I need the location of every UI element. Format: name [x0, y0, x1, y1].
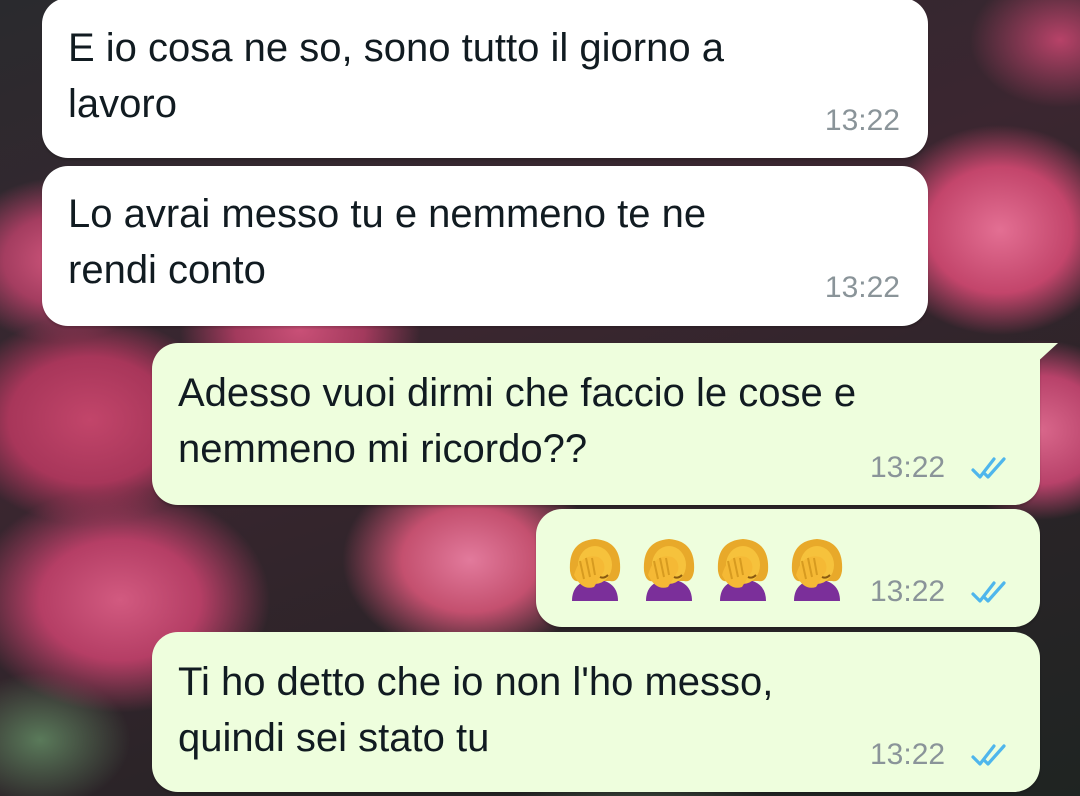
message-timestamp: 13:22	[870, 575, 946, 608]
double-check-read-icon	[971, 457, 1006, 479]
message-bubble-incoming[interactable]: Lo avrai messo tu e nemmeno te ne rendi …	[42, 166, 928, 326]
message-bubble-incoming[interactable]: E io cosa ne so, sono tutto il giorno a …	[42, 0, 928, 158]
emoji-row	[560, 531, 852, 601]
message-timestamp: 13:22	[824, 104, 900, 137]
message-bubble-outgoing[interactable]: Adesso vuoi dirmi che faccio le cose e n…	[152, 343, 1040, 505]
message-timestamp: 13:22	[870, 738, 946, 771]
bubble-tail	[1034, 343, 1058, 365]
message-timestamp: 13:22	[824, 271, 900, 304]
double-check-read-icon	[971, 581, 1006, 603]
double-check-read-icon	[971, 744, 1006, 766]
woman-facepalming-emoji-icon	[643, 539, 695, 601]
woman-facepalming-emoji-icon	[569, 539, 621, 601]
message-bubble-outgoing[interactable]: Ti ho detto che io non l'ho messo, quind…	[152, 632, 1040, 792]
message-text: E io cosa ne so, sono tutto il giorno a …	[68, 26, 724, 126]
woman-facepalming-emoji-icon	[791, 539, 843, 601]
woman-facepalming-emoji-icon	[717, 539, 769, 601]
message-bubble-outgoing[interactable]: 13:22	[536, 509, 1040, 627]
message-timestamp: 13:22	[870, 451, 946, 484]
message-text: Lo avrai messo tu e nemmeno te ne rendi …	[68, 192, 707, 292]
